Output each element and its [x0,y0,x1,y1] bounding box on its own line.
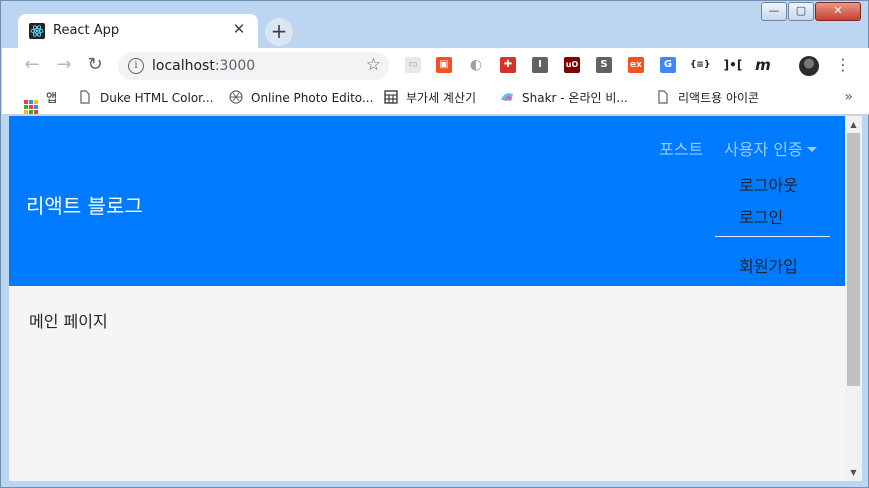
dropdown-item-signup[interactable]: 회원가입 [739,253,798,277]
url-text[interactable]: localhost:3000 [152,58,255,74]
ext-2-icon[interactable]: ▣ [436,57,452,73]
url-port: :3000 [214,58,256,74]
bookmark-star-icon[interactable]: ☆ [366,55,381,75]
ext-5-icon[interactable]: I [532,57,548,73]
reload-button[interactable]: ↻ [83,54,107,78]
vertical-scrollbar[interactable]: ▲ ▼ [845,116,862,481]
bookmark-apps[interactable]: 앱 [24,90,58,114]
aperture-icon [229,90,243,104]
react-icon [29,23,45,39]
chrome-menu-icon[interactable]: ⋮ [835,55,851,75]
page-icon [658,90,668,104]
bookmark-label: Online Photo Edito... [251,91,374,105]
bookmark-duke-html-color[interactable]: Duke HTML Color... [78,90,213,108]
bookmarks-overflow-icon[interactable]: » [844,89,853,105]
bookmark-react-icons[interactable]: 리액트용 아이콘 [656,90,759,108]
new-tab-button[interactable]: + [265,18,293,46]
tab-strip: React App ✕ + — ▢ ✕ [1,1,868,48]
bookmark-vat-calculator[interactable]: 부가세 계산기 [384,90,476,108]
shakr-icon [501,93,513,101]
main-page-text: 메인 페이지 [29,312,108,331]
site-brand[interactable]: 리액트 블로그 [26,190,143,219]
nav-link-post[interactable]: 포스트 [659,136,703,160]
minimize-button[interactable]: — [761,2,787,21]
scrollbar-thumb[interactable] [847,133,860,386]
ext-1-icon[interactable]: ▭ [405,57,421,73]
ext-9-icon[interactable]: G [660,57,676,73]
bookmark-label: 앱 [46,91,58,105]
calculator-icon [384,90,398,104]
browser-toolbar: ← → ↻ i localhost:3000 ☆ ▭ ▣ ◐ ✚ I uO S … [2,48,869,83]
info-icon[interactable]: i [128,58,144,74]
forward-button[interactable]: → [52,54,76,78]
dropdown-item-logout[interactable]: 로그아웃 [739,172,798,196]
bookmark-label: 리액트용 아이콘 [678,91,760,105]
bookmarks-bar: 앱 Duke HTML Color... Online Photo Edito.… [2,83,869,115]
browser-window: React App ✕ + — ▢ ✕ ← → ↻ i localhost:30… [0,0,869,488]
nav-dropdown-auth[interactable]: 사용자 인증 [724,136,817,160]
address-bar[interactable]: i localhost:3000 ☆ [118,52,389,80]
close-window-button[interactable]: ✕ [815,2,861,21]
back-button[interactable]: ← [20,54,44,78]
url-host: localhost [152,58,215,74]
scroll-down-arrow-icon[interactable]: ▼ [845,464,862,481]
apps-grid-icon [24,100,38,114]
page-viewport: 리액트 블로그 포스트 사용자 인증 로그아웃 로그인 회원가입 메인 페이지 [9,116,845,481]
scroll-up-arrow-icon[interactable]: ▲ [845,116,862,133]
bookmark-online-photo-editor[interactable]: Online Photo Edito... [229,90,373,108]
bookmark-label: 부가세 계산기 [406,91,477,105]
ext-3-icon[interactable]: ◐ [468,57,484,73]
ext-7-icon[interactable]: S [596,57,612,73]
maximize-button[interactable]: ▢ [788,2,814,21]
dropdown-item-login[interactable]: 로그인 [739,204,783,228]
ext-6-icon[interactable]: uO [564,57,580,73]
site-header: 리액트 블로그 포스트 사용자 인증 로그아웃 로그인 회원가입 [9,116,845,286]
page-icon [80,90,90,104]
caret-down-icon [806,147,817,152]
ext-10-icon[interactable]: {≡} [690,57,710,73]
bookmark-label: Duke HTML Color... [100,91,214,105]
nav-auth-label: 사용자 인증 [724,140,803,159]
tab-close-icon[interactable]: ✕ [230,20,248,38]
profile-avatar[interactable] [799,56,819,76]
ext-8-icon[interactable]: ex [628,57,644,73]
ext-11-icon[interactable]: ]•[ [722,57,744,73]
bookmark-label: Shakr - 온라인 비... [522,91,628,105]
bookmark-shakr[interactable]: Shakr - 온라인 비... [500,90,628,108]
ext-4-icon[interactable]: ✚ [500,57,516,73]
tab-title: React App [53,23,120,38]
ext-12-icon[interactable]: m [755,57,771,73]
dropdown-divider [715,236,830,237]
tab-react-app[interactable]: React App ✕ [18,14,258,48]
